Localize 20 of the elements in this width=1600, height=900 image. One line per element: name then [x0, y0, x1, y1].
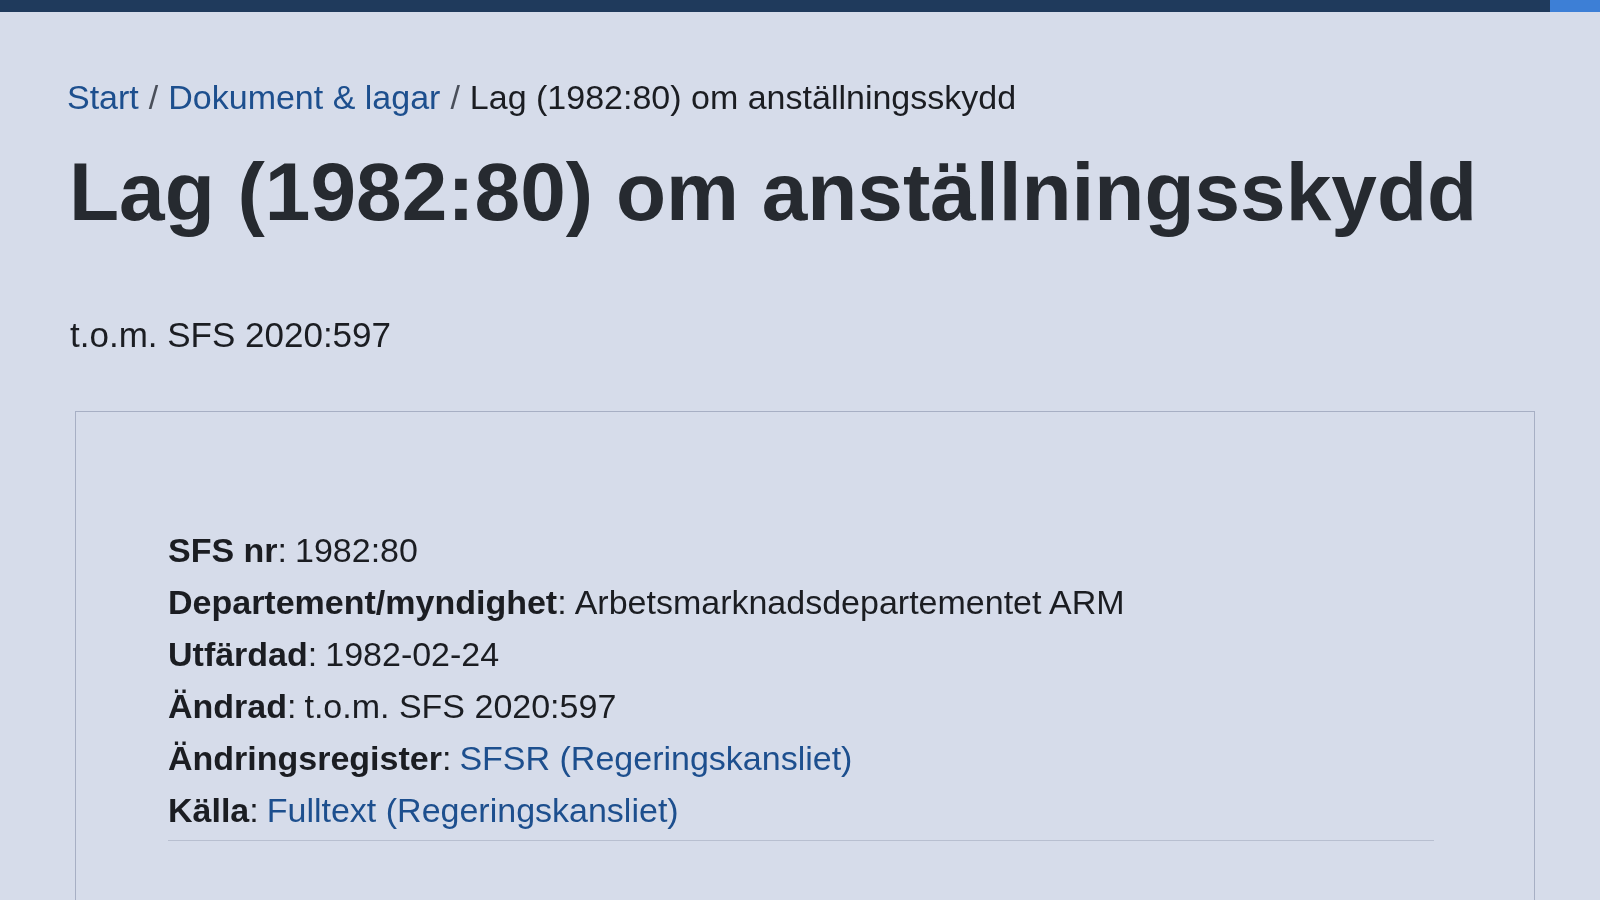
- field-value: Arbetsmarknadsdepartementet ARM: [574, 583, 1125, 622]
- page-subtitle: t.o.m. SFS 2020:597: [70, 315, 391, 356]
- field-label: Departement/myndighet:: [168, 583, 567, 622]
- field-link[interactable]: Fulltext (Regeringskansliet): [266, 791, 679, 830]
- page-title: Lag (1982:80) om anställningsskydd: [69, 147, 1478, 238]
- field-value: t.o.m. SFS 2020:597: [304, 687, 617, 726]
- field-label: SFS nr:: [168, 531, 288, 570]
- header-accent: [1550, 0, 1600, 12]
- field-label: Källa:: [168, 791, 259, 830]
- field-link[interactable]: SFSR (Regeringskansliet): [459, 739, 853, 778]
- field-value: 1982-02-24: [325, 635, 500, 674]
- breadcrumb-link[interactable]: Start: [67, 78, 139, 117]
- field-value: 1982:80: [295, 531, 418, 570]
- field-label: Ändringsregister:: [168, 739, 452, 778]
- breadcrumb-current: Lag (1982:80) om anställningsskydd: [469, 78, 1017, 117]
- field-label: Ändrad:: [168, 687, 297, 726]
- breadcrumb-separator: /: [148, 78, 159, 117]
- breadcrumb-link[interactable]: Dokument & lagar: [168, 78, 441, 117]
- field-label: Utfärdad:: [168, 635, 318, 674]
- breadcrumb-separator: /: [450, 78, 460, 117]
